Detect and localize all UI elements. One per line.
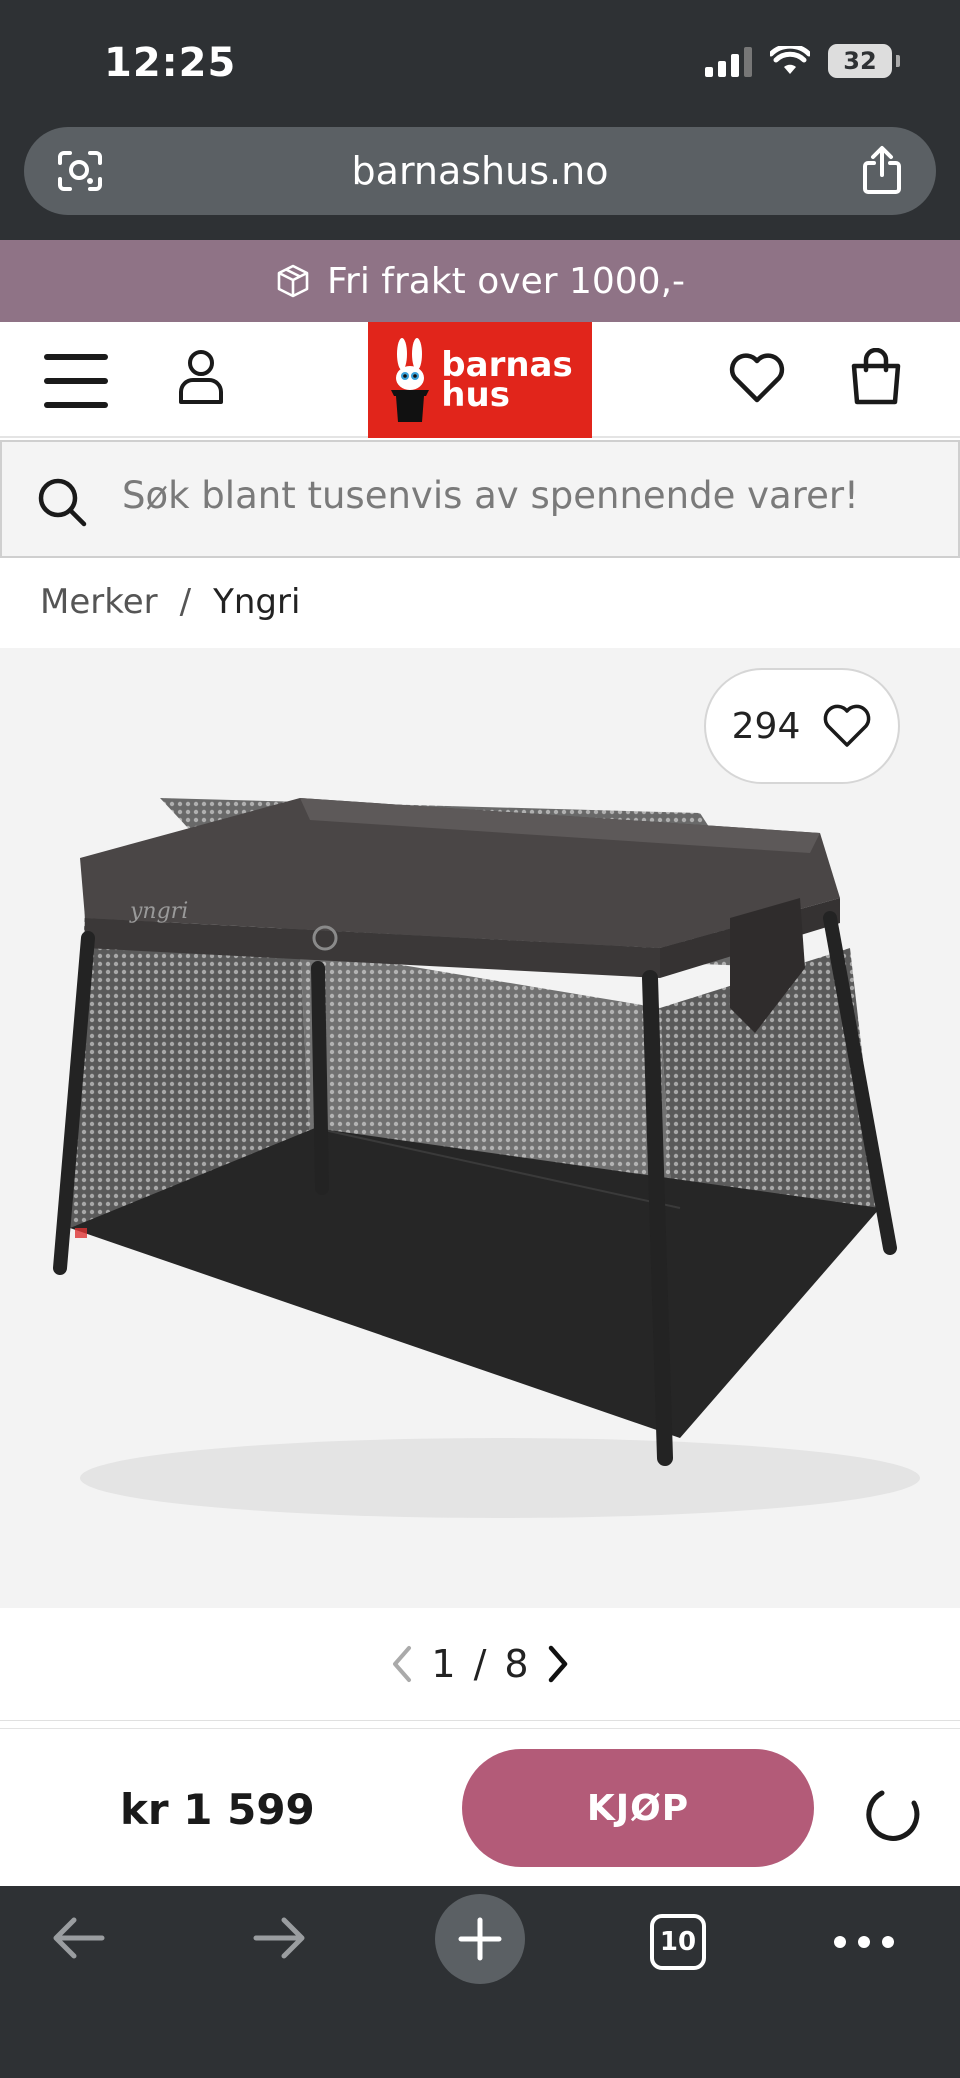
bunny-hat-icon [391,338,430,422]
product-price: kr 1 599 [120,1785,315,1834]
site-header: barnas hus [0,322,960,438]
heart-icon [824,704,871,747]
status-time: 12:25 [104,40,237,86]
favorite-button[interactable]: 294 [704,668,900,784]
pager-separator: / [473,1642,487,1686]
search-input[interactable] [122,474,922,517]
travel-cot-product-image: yngri [53,798,920,1518]
yngri-brand-mark: yngri [129,899,188,924]
image-pager: 1 / 8 [0,1608,960,1720]
wifi-icon [770,46,810,74]
site-search [0,440,960,558]
cellular-signal-icon [705,45,752,77]
next-image-icon[interactable] [547,1644,571,1684]
menu-icon[interactable] [44,354,108,408]
breadcrumb-separator: / [179,582,192,622]
product-image-gallery[interactable]: yngri 294 [0,648,960,1608]
url-text: barnashus.no [351,149,609,193]
breadcrumb-current: Yngri [213,582,301,622]
share-icon[interactable] [860,145,904,195]
sticky-buy-bar: kr 1 599 KJØP [0,1728,960,1886]
browser-toolbar: 10 [0,1886,960,2078]
new-tab-button[interactable] [435,1894,525,1984]
tab-switcher-button[interactable]: 10 [650,1914,706,1970]
browser-chrome: barnashus.no [0,120,960,240]
address-bar[interactable]: barnashus.no [24,127,936,215]
back-arrow-icon[interactable] [48,1908,108,1968]
prev-image-icon[interactable] [389,1644,413,1684]
breadcrumb: Merker / Yngri [40,582,300,622]
barnashus-logo[interactable]: barnas hus [368,322,592,438]
wishlist-heart-icon[interactable] [728,352,786,404]
package-icon [277,264,309,298]
status-bar: 12:25 32 [0,0,960,120]
more-options-icon[interactable] [834,1936,894,1948]
content-below-fold [0,1720,960,1728]
total-images: 8 [504,1642,529,1686]
plus-icon [458,1917,502,1961]
battery-icon: 32 [828,44,892,78]
loading-spinner-icon [866,1790,920,1841]
forward-arrow-icon[interactable] [250,1908,310,1968]
free-shipping-banner: Fri frakt over 1000,- [0,240,960,322]
favorite-count: 294 [731,705,801,747]
logo-wordmark: barnas hus [441,348,572,412]
breadcrumb-link-merker[interactable]: Merker [40,582,158,622]
promo-text: Fri frakt over 1000,- [326,260,686,302]
buy-button[interactable]: KJØP [462,1749,814,1867]
current-image-index: 1 [431,1642,456,1686]
shopping-bag-icon[interactable] [848,348,904,408]
status-icons: 32 [705,44,900,78]
battery-nub [896,55,900,67]
search-icon[interactable] [36,476,88,528]
user-account-icon[interactable] [176,348,226,406]
